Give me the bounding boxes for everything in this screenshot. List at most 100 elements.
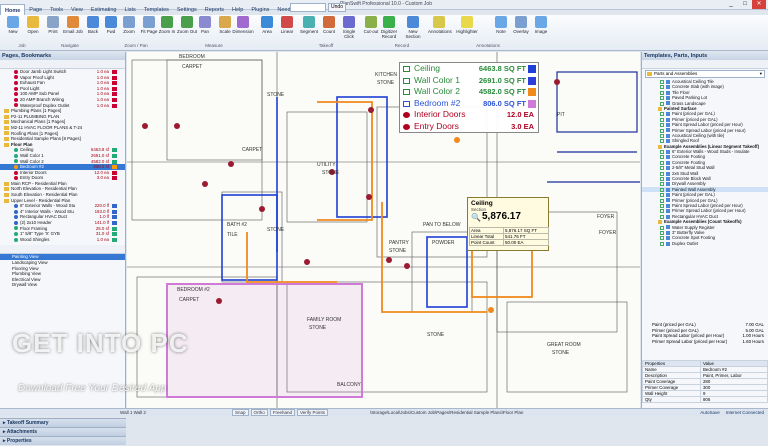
tree-item-label: Wall Color 2 (20, 158, 44, 164)
checkbox[interactable] (660, 101, 664, 106)
checkbox[interactable] (660, 236, 664, 241)
undo-button[interactable]: Undo (328, 3, 346, 12)
checkbox[interactable] (660, 80, 664, 84)
ribbon-button-print[interactable]: Print (42, 16, 64, 34)
checkbox[interactable] (660, 187, 664, 192)
status-toggle-freehand[interactable]: Freehand (269, 409, 296, 416)
checkbox[interactable] (660, 230, 664, 235)
legend-row: Ceiling 6463.8 SQ FT (400, 63, 538, 75)
status-toggle-verify-points[interactable]: Verify Points (297, 409, 329, 416)
ribbon-button-new[interactable]: New (2, 16, 24, 34)
checkbox[interactable] (660, 177, 664, 182)
checkbox[interactable] (660, 193, 664, 198)
new-section-icon (407, 16, 419, 28)
ribbon-button-email-job[interactable]: Email Job (62, 16, 84, 34)
checkbox[interactable] (660, 96, 664, 101)
checkbox[interactable] (660, 214, 664, 219)
bullet-icon (14, 103, 18, 108)
checkbox[interactable] (660, 117, 664, 122)
tree-item-label: 1" 5/8" Type 'X' GYB (20, 231, 60, 237)
checkbox[interactable] (660, 209, 664, 214)
ribbon-button-image[interactable]: Image (530, 16, 552, 34)
tree-item-value: 1.0 ea (96, 236, 109, 242)
color-swatch (112, 165, 117, 170)
plan-canvas[interactable]: BEDROOM CARPET BATH #2 TILE CARPET UTILITY STO… (127, 52, 640, 408)
checkbox[interactable] (660, 225, 664, 230)
part-label: Rectangular HVAC Duct (672, 213, 719, 219)
ribbon-button-digitizer-record[interactable]: Digitizer Record (378, 16, 400, 39)
color-swatch (112, 221, 117, 226)
property-cell[interactable]: Qty (642, 396, 701, 403)
folder-icon (4, 131, 9, 136)
ribbon-button-zoom-in[interactable]: Zoom In (156, 16, 178, 34)
checkbox[interactable] (660, 160, 664, 165)
folder-icon (658, 106, 662, 111)
ribbon-button-new-section[interactable]: New Section (402, 16, 424, 39)
part-label: Paint (priced per GAL) (672, 111, 715, 117)
bullet-icon (14, 159, 18, 164)
tree-item[interactable]: Wood Shingles 1.0 ea (0, 237, 125, 243)
ribbon-button-label: Open (27, 29, 39, 34)
folder-icon (4, 125, 9, 130)
quick-search-input[interactable] (290, 3, 326, 12)
checkbox[interactable] (660, 139, 664, 144)
status-autosave: AutoSave (700, 410, 720, 415)
bottom-tab-attachments[interactable]: ▸ Attachments (0, 427, 126, 436)
part-label: Paint Spread Labor (priced per Hour) (672, 122, 743, 128)
part-label: 2-5/8" Metal Stud Wall (672, 165, 715, 171)
parts-combo[interactable]: Parts and Assemblies ▾ (645, 70, 765, 78)
room-label: KITCHEN (375, 72, 397, 78)
status-bar: Wall 1 Wall 2 Snap Ortho Freehand Verify Po… (0, 408, 768, 416)
digitizer-record-icon (383, 16, 395, 28)
part-label: Example Assemblies (Count Takeoffs) (664, 219, 742, 225)
ribbon-button-overlay[interactable]: Overlay (510, 16, 532, 34)
checkbox[interactable] (660, 182, 664, 187)
price-value: 1.60 Hours (742, 338, 764, 344)
checkbox[interactable] (660, 155, 664, 160)
part-label: Concrete Slab (with image) (672, 84, 724, 90)
ribbon-button-zoom[interactable]: Zoom (118, 16, 140, 34)
checkbox[interactable] (660, 198, 664, 203)
checkbox[interactable] (660, 171, 664, 176)
checkbox[interactable] (660, 112, 664, 117)
checkbox[interactable] (660, 128, 664, 133)
checkbox[interactable] (660, 166, 664, 171)
maximize-button[interactable]: □ (738, 0, 752, 9)
color-swatch (112, 159, 117, 164)
checkbox[interactable] (660, 241, 664, 246)
color-swatch (112, 170, 117, 175)
ribbon-button-annotations[interactable]: Annotations (428, 16, 452, 34)
checkbox[interactable] (660, 90, 664, 95)
view-item[interactable]: Drywall View (0, 282, 125, 288)
ribbon-button-segment[interactable]: Segment (298, 16, 320, 34)
ribbon-button-highlighter[interactable]: Highlighter (456, 16, 478, 34)
checkbox[interactable] (660, 123, 664, 128)
checkbox[interactable] (660, 85, 664, 90)
status-toggle-snap[interactable]: Snap (232, 409, 249, 416)
ribbon-button-dimension[interactable]: Dimension (232, 16, 254, 34)
close-button[interactable]: ✕ (752, 0, 766, 9)
ribbon-button-pan[interactable]: Pan (194, 16, 216, 34)
ribbon-button-area[interactable]: Area (256, 16, 278, 34)
part-item[interactable]: Duplex Outlet (642, 241, 768, 246)
minimize-button[interactable]: _ (724, 0, 738, 9)
ribbon-button-count[interactable]: Count (318, 16, 340, 34)
bottom-tab-takeoff-summary[interactable]: ▸ Takeoff Summary (0, 418, 126, 427)
cut-out-icon (365, 16, 377, 28)
watermark-text: GET INTO PC (12, 328, 189, 358)
ribbon-button-label: Dimension (232, 29, 254, 34)
checkbox[interactable] (660, 203, 664, 208)
status-toggle-ortho[interactable]: Ortho (250, 409, 268, 416)
bottom-tab-properties[interactable]: ▸ Properties (0, 436, 126, 445)
checkbox[interactable] (660, 133, 664, 138)
bullet-icon (14, 232, 18, 237)
ribbon-button-linear[interactable]: Linear (276, 16, 298, 34)
folder-icon (4, 109, 9, 113)
property-cell[interactable]: 806 (699, 396, 768, 403)
ribbon-button-single-click[interactable]: Single Click (338, 16, 360, 39)
checkbox[interactable] (660, 150, 664, 155)
ribbon-button-note[interactable]: Note (490, 16, 512, 34)
tree-item-label: Exhaust Fan (20, 80, 45, 86)
ribbon-button-open[interactable]: Open (22, 16, 44, 34)
part-label: Concrete Footing (672, 159, 705, 165)
